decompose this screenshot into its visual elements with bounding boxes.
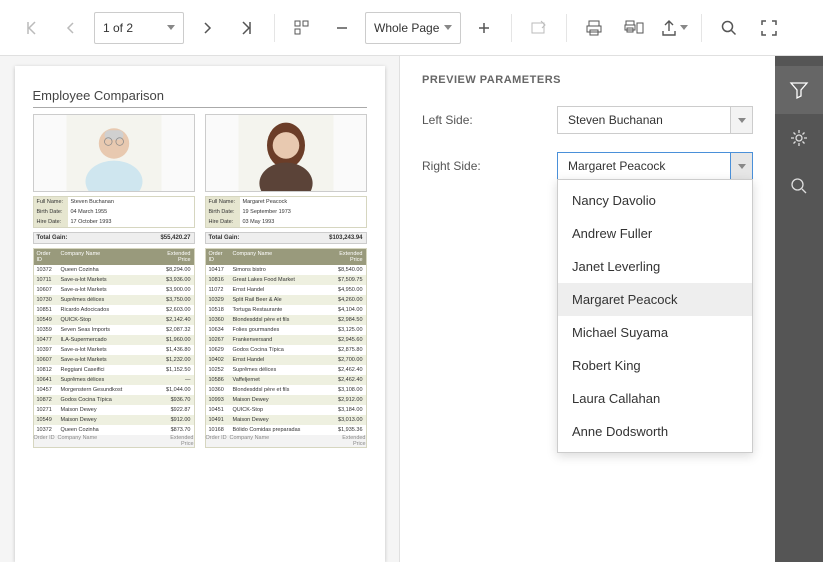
table-row: 10329Split Rail Beer & Ale$4,260.00: [206, 295, 366, 305]
table-row: 10993Maison Dewey$2,912.00: [206, 395, 366, 405]
parameters-title: PREVIEW PARAMETERS: [422, 74, 753, 86]
table-row: 10816Great Lakes Food Market$7,509.75: [206, 275, 366, 285]
print-button[interactable]: [577, 11, 611, 45]
right-side-value: Margaret Peacock: [568, 159, 665, 173]
toolbar: 1 of 2 Whole Page: [0, 0, 823, 56]
next-page-button[interactable]: [190, 11, 224, 45]
table-row: 10457Morgenstern Gesundkost$1,044.00: [34, 385, 194, 395]
dropdown-option[interactable]: Anne Dodsworth: [558, 415, 752, 448]
table-row: 10402Ernst Handel$2,700.00: [206, 355, 366, 365]
table-row: 10477ILA-Supermercado$1,960.00: [34, 335, 194, 345]
first-page-button[interactable]: [14, 11, 48, 45]
table-row: 10267Frankenversand$2,945.60: [206, 335, 366, 345]
table-row: 10360Blondesddsl père et fils$2,984.50: [206, 315, 366, 325]
dropdown-option[interactable]: Margaret Peacock: [558, 283, 752, 316]
table-row: 10372Queen Cozinha$873.70: [34, 425, 194, 435]
dropdown-option[interactable]: Michael Suyama: [558, 316, 752, 349]
highlight-fields-button[interactable]: [522, 11, 556, 45]
page-selector[interactable]: 1 of 2: [94, 12, 184, 44]
table-row: 10586Vaffeljernet$2,462.40: [206, 375, 366, 385]
right-rail: [775, 56, 823, 562]
table-row: 10872Godos Cocina Típica$936.70: [34, 395, 194, 405]
table-row: 10372Queen Cozinha$8,294.00: [34, 265, 194, 275]
report-page: Employee Comparison Full Name:Steven Buc…: [15, 66, 385, 562]
left-side-combo[interactable]: Steven Buchanan: [557, 106, 753, 134]
chevron-down-icon: [680, 25, 688, 30]
right-side-combo[interactable]: Margaret Peacock Nancy DavolioAndrew Ful…: [557, 152, 753, 180]
settings-tab[interactable]: [775, 114, 823, 162]
main-area: Employee Comparison Full Name:Steven Buc…: [0, 56, 823, 562]
export-button[interactable]: [657, 11, 691, 45]
table-row: 10417Simons bistro$8,540.00: [206, 265, 366, 275]
table-row: 10711Save-a-lot Markets$3,936.00: [34, 275, 194, 285]
print-page-button[interactable]: [617, 11, 651, 45]
zoom-selector[interactable]: Whole Page: [365, 12, 461, 44]
table-row: 10518Tortuga Restaurante$4,104.00: [206, 305, 366, 315]
right-employee-column: Full Name:Margaret Peacock Birth Date:19…: [205, 114, 367, 448]
table-row: 10629Godos Cocina Típica$2,875.80: [206, 345, 366, 355]
table-row: 10168Bólido Comidas preparadas$1,935.36: [206, 425, 366, 435]
search-tab[interactable]: [775, 162, 823, 210]
zoom-in-button[interactable]: [467, 11, 501, 45]
table-row: 10491Maison Dewey$3,013.00: [206, 415, 366, 425]
left-side-label: Left Side:: [422, 113, 557, 127]
dropdown-option[interactable]: Janet Leverling: [558, 250, 752, 283]
left-employee-column: Full Name:Steven Buchanan Birth Date:04 …: [33, 114, 195, 448]
multipage-toggle-button[interactable]: [285, 11, 319, 45]
chevron-down-icon: [444, 25, 452, 30]
table-row: 10549Maison Dewey$912.00: [34, 415, 194, 425]
table-row: 10252Suprêmes délices$2,462.40: [206, 365, 366, 375]
employee-photo-right: [205, 114, 367, 192]
table-row: 10607Save-a-lot Markets$1,232.00: [34, 355, 194, 365]
report-title: Employee Comparison: [33, 88, 367, 103]
table-row: 10730Suprêmes délices$3,750.00: [34, 295, 194, 305]
prev-page-button[interactable]: [54, 11, 88, 45]
dropdown-option[interactable]: Robert King: [558, 349, 752, 382]
table-row: 10634Folies gourmandes$3,125.00: [206, 325, 366, 335]
table-row: 10607Save-a-lot Markets$3,900.00: [34, 285, 194, 295]
right-side-label: Right Side:: [422, 159, 557, 173]
zoom-display: Whole Page: [374, 21, 439, 35]
table-row: 10641Suprêmes délices—: [34, 375, 194, 385]
dropdown-option[interactable]: Laura Callahan: [558, 382, 752, 415]
dropdown-option[interactable]: Nancy Davolio: [558, 184, 752, 217]
table-row: 10397Save-a-lot Markets$1,436.80: [34, 345, 194, 355]
chevron-down-icon: [167, 25, 175, 30]
page-display: 1 of 2: [103, 21, 133, 35]
chevron-down-icon: [738, 118, 746, 123]
table-row: 11072Ernst Handel$4,950.00: [206, 285, 366, 295]
chevron-down-icon: [738, 164, 746, 169]
right-side-dropdown: Nancy DavolioAndrew FullerJanet Leverlin…: [557, 179, 753, 453]
employee-photo-left: [33, 114, 195, 192]
document-viewport[interactable]: Employee Comparison Full Name:Steven Buc…: [0, 56, 400, 562]
fullscreen-button[interactable]: [752, 11, 786, 45]
last-page-button[interactable]: [230, 11, 264, 45]
table-row: 10812Reggiani Caseifici$1,152.50: [34, 365, 194, 375]
table-row: 10360Blondesddsl père et fils$3,108.00: [206, 385, 366, 395]
left-side-value: Steven Buchanan: [568, 113, 663, 127]
table-row: 10851Ricardo Adocicados$2,603.00: [34, 305, 194, 315]
parameters-panel: PREVIEW PARAMETERS Left Side: Steven Buc…: [400, 56, 775, 562]
table-row: 10271Maison Dewey$922.87: [34, 405, 194, 415]
table-row: 10549QUICK-Stop$2,142.40: [34, 315, 194, 325]
table-row: 10359Seven Seas Imports$2,087.32: [34, 325, 194, 335]
filter-tab[interactable]: [775, 66, 823, 114]
zoom-out-button[interactable]: [325, 11, 359, 45]
dropdown-option[interactable]: Andrew Fuller: [558, 217, 752, 250]
table-row: 10451QUICK-Stop$3,184.00: [206, 405, 366, 415]
search-button[interactable]: [712, 11, 746, 45]
